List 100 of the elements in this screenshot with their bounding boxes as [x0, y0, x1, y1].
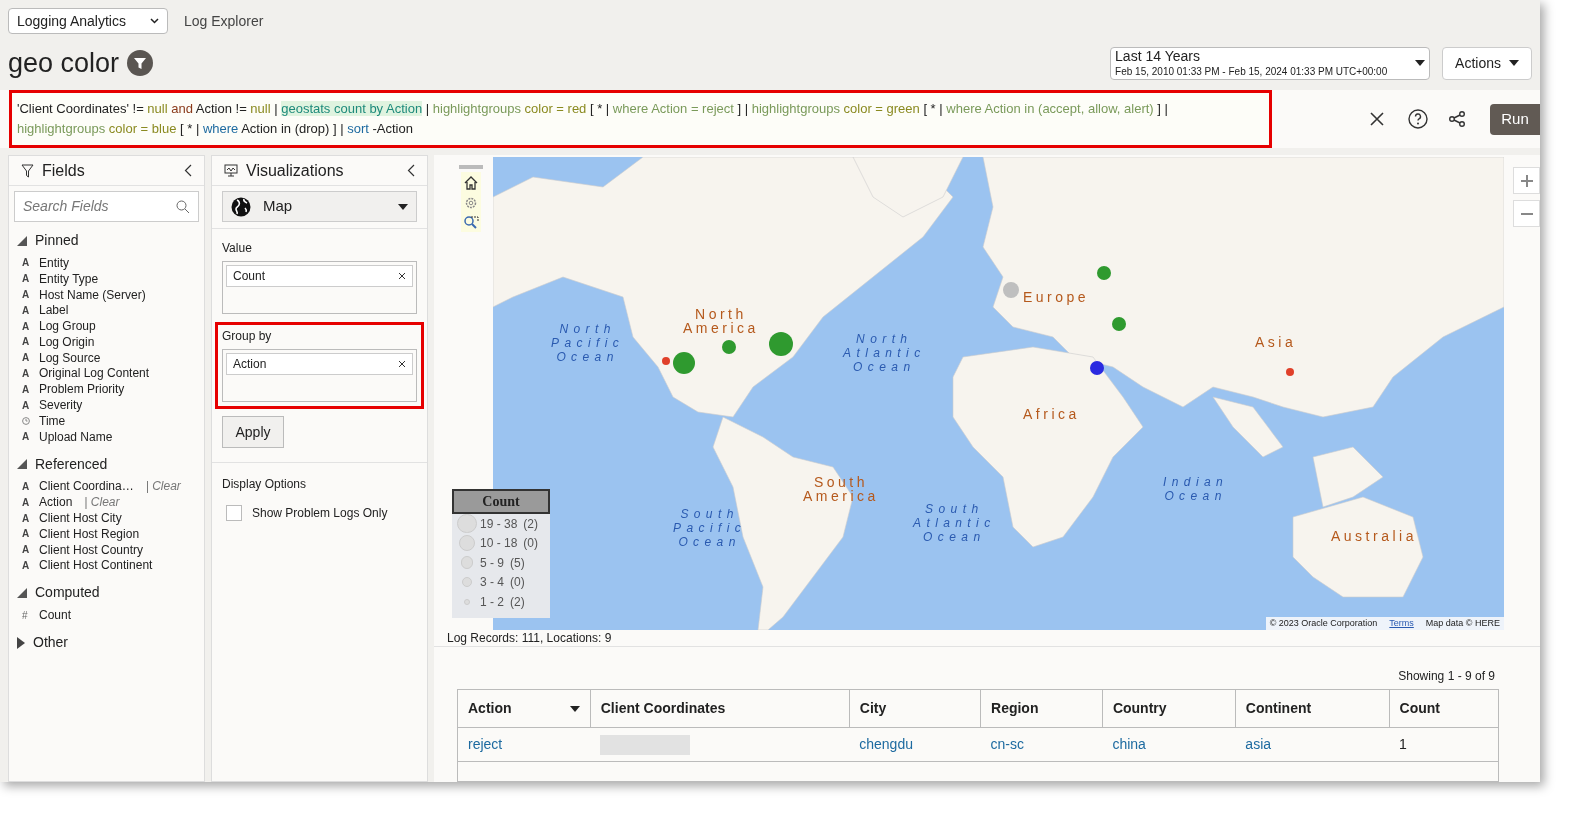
- run-button[interactable]: Run: [1490, 103, 1540, 135]
- query-editor[interactable]: [9, 90, 1272, 148]
- query-token: [ * |: [179, 121, 201, 136]
- field-item[interactable]: Host Name (Server): [39, 285, 146, 304]
- terms-link[interactable]: Terms: [1389, 616, 1414, 630]
- query-token: [ * |: [922, 101, 944, 116]
- query-token: Action in (drop) ] |: [240, 121, 345, 136]
- app-selector[interactable]: Logging Analytics: [8, 8, 168, 34]
- query-token: [ * |: [588, 101, 611, 116]
- ocean-label: North Pacific Ocean: [551, 322, 625, 364]
- clear-link[interactable]: | Clear: [84, 493, 120, 512]
- text-type-icon: A: [22, 381, 30, 397]
- column-header[interactable]: Region: [980, 689, 1103, 728]
- field-item[interactable]: Upload Name: [39, 427, 113, 446]
- share-icon[interactable]: [1448, 110, 1466, 128]
- column-header[interactable]: City: [849, 689, 981, 728]
- drop-zone[interactable]: Action: [222, 349, 417, 402]
- settings-icon[interactable]: [465, 197, 477, 209]
- column-header[interactable]: Continent: [1235, 689, 1390, 728]
- field-item[interactable]: Label: [39, 301, 69, 320]
- query-token: highlightgroups: [432, 101, 521, 116]
- clear-link[interactable]: | Clear: [145, 477, 181, 496]
- map-marker[interactable]: [662, 357, 670, 365]
- table-cell[interactable]: asia: [1245, 736, 1272, 752]
- expanded-icon[interactable]: [17, 459, 27, 470]
- continent-label: North America: [683, 307, 759, 335]
- field-item[interactable]: Client Coordina…: [39, 477, 134, 496]
- expanded-icon[interactable]: [17, 587, 27, 598]
- field-item[interactable]: Client Host Continent: [39, 556, 153, 575]
- remove-icon[interactable]: [398, 272, 406, 280]
- continent-label: Africa: [1023, 407, 1080, 421]
- actions-button[interactable]: Actions: [1442, 46, 1532, 80]
- text-type-icon: A: [22, 494, 30, 510]
- field-item[interactable]: Log Source: [39, 348, 101, 367]
- zoom-in-button[interactable]: [1513, 167, 1540, 194]
- field-item[interactable]: Problem Priority: [39, 380, 125, 399]
- help-icon[interactable]: [1408, 109, 1428, 129]
- text-type-icon: A: [22, 557, 30, 573]
- search-input[interactable]: Search Fields: [23, 196, 176, 217]
- search-field[interactable]: Search Fields: [14, 191, 199, 222]
- field-item[interactable]: Action: [39, 493, 73, 512]
- text-type-icon: A: [22, 542, 30, 558]
- query-token: geostats count by Action: [281, 101, 423, 116]
- breadcrumb[interactable]: Log Explorer: [184, 11, 264, 31]
- query-token: null: [147, 101, 168, 116]
- query-token: ] |: [1156, 101, 1168, 116]
- number-type-icon: #: [22, 607, 28, 623]
- collapse-icon[interactable]: [184, 164, 192, 177]
- query-token: ] |: [736, 101, 750, 116]
- drop-zone[interactable]: Count: [222, 261, 417, 314]
- column-header[interactable]: Action: [457, 689, 591, 728]
- group-heading[interactable]: Other: [33, 632, 68, 654]
- field-item[interactable]: Entity: [39, 253, 69, 272]
- ocean-label: South Pacific Ocean: [673, 507, 747, 549]
- field-chip[interactable]: Action: [226, 353, 413, 375]
- monitor-chart-icon: [224, 164, 238, 177]
- time-range-dates: Feb 15, 2010 01:33 PM - Feb 15, 2024 01:33 PM UTC+00:00: [1115, 65, 1389, 78]
- column-header[interactable]: Client Coordinates: [590, 689, 850, 728]
- zoom-selection-icon[interactable]: [463, 215, 479, 229]
- column-header[interactable]: Count: [1389, 689, 1499, 728]
- collapse-icon[interactable]: [407, 164, 415, 177]
- collapsed-icon[interactable]: [17, 636, 25, 649]
- table-cell[interactable]: chengdu: [859, 736, 913, 752]
- home-icon[interactable]: [463, 175, 479, 191]
- group-heading[interactable]: Referenced: [35, 453, 108, 475]
- section-label: Display Options: [222, 476, 308, 493]
- field-item[interactable]: Original Log Content: [39, 364, 150, 383]
- zoom-out-button[interactable]: [1513, 200, 1540, 227]
- close-icon[interactable]: [1370, 112, 1384, 126]
- text-type-icon: A: [22, 350, 30, 366]
- table-cell[interactable]: cn-sc: [990, 736, 1024, 752]
- remove-icon[interactable]: [398, 360, 406, 368]
- field-item[interactable]: Entity Type: [39, 269, 99, 288]
- caret-icon: [1509, 60, 1519, 66]
- table-cell[interactable]: china: [1112, 736, 1146, 752]
- checkbox[interactable]: [226, 505, 242, 521]
- panel-title: Visualizations: [246, 160, 344, 181]
- plus-icon: [1520, 174, 1533, 187]
- page-title: geo color: [8, 46, 120, 80]
- field-item[interactable]: Count: [39, 606, 72, 625]
- expanded-icon[interactable]: [17, 235, 27, 246]
- map-marker[interactable]: [1286, 368, 1294, 376]
- time-range-selector[interactable]: Last 14 Years Feb 15, 2010 01:33 PM - Feb 15, 2024 01:33 PM UTC+00:00: [1110, 46, 1431, 80]
- results-count: Showing 1 - 9 of 9: [1398, 668, 1495, 685]
- table-cell[interactable]: reject: [468, 736, 503, 752]
- panel-title: Fields: [42, 160, 85, 181]
- field-label: Group by: [222, 328, 273, 345]
- caret-icon: [1415, 60, 1426, 66]
- visualization-selector[interactable]: Map: [222, 191, 417, 222]
- field-item[interactable]: Client Host Country: [39, 540, 144, 559]
- query-token: where: [202, 121, 239, 136]
- group-heading[interactable]: Pinned: [35, 230, 79, 251]
- apply-button[interactable]: Apply: [222, 416, 284, 448]
- filter-icon[interactable]: [127, 50, 154, 76]
- text-type-icon: A: [22, 510, 30, 526]
- field-chip[interactable]: Count: [226, 265, 413, 287]
- text-type-icon: A: [22, 255, 30, 271]
- legend-count: (0): [523, 535, 539, 553]
- column-header[interactable]: Country: [1102, 689, 1236, 728]
- group-heading[interactable]: Computed: [35, 582, 100, 604]
